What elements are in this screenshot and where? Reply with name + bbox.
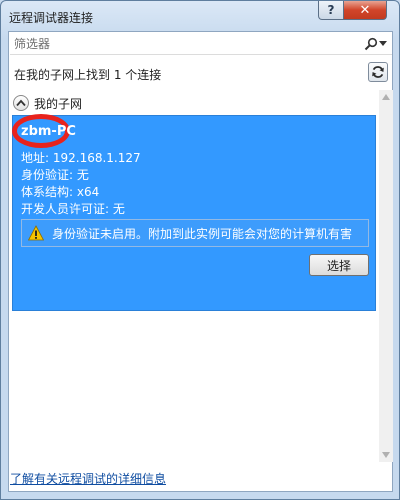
machine-name: zbm-PC: [21, 124, 76, 139]
vertical-scrollbar[interactable]: [379, 90, 393, 462]
property-value: 无: [112, 202, 125, 216]
refresh-button[interactable]: [368, 62, 388, 82]
property-label: 地址:: [21, 151, 53, 165]
connection-list: 我的子网 zbm-PC 地址: 192.168.1.127 身份验证: 无 体系…: [10, 90, 379, 462]
help-button[interactable]: ?: [318, 1, 344, 20]
architecture-row: 体系结构: x64: [21, 183, 99, 200]
property-value: 无: [76, 168, 89, 182]
select-button[interactable]: 选择: [309, 254, 369, 276]
close-button[interactable]: ✕: [343, 1, 387, 20]
property-label: 身份验证:: [21, 168, 77, 182]
property-value: 192.168.1.127: [52, 151, 141, 165]
title-bar[interactable]: 远程调试器连接 ? ✕: [1, 1, 399, 31]
dialog-window: 远程调试器连接 ? ✕ 在我的子网上找到 1 个连接: [0, 0, 400, 500]
group-header[interactable]: 我的子网: [13, 94, 82, 112]
property-label: 开发人员许可证:: [21, 202, 113, 216]
chevron-up-icon: [16, 99, 26, 107]
address-row: 地址: 192.168.1.127: [21, 149, 141, 166]
refresh-icon: [372, 66, 384, 78]
filter-box: [10, 33, 392, 55]
group-label: 我的子网: [34, 96, 83, 111]
collapse-button[interactable]: [13, 95, 29, 111]
warning-banner: 身份验证未启用。附加到此实例可能会对您的计算机有害: [21, 219, 369, 247]
property-value: x64: [76, 185, 100, 199]
warning-icon: [28, 225, 44, 241]
authentication-row: 身份验证: 无: [21, 166, 89, 183]
warning-text: 身份验证未启用。附加到此实例可能会对您的计算机有害: [52, 226, 353, 241]
scroll-down-icon[interactable]: [382, 452, 390, 458]
dropdown-arrow-icon[interactable]: [379, 41, 387, 47]
window-title: 远程调试器连接: [9, 11, 94, 25]
filter-input[interactable]: [14, 36, 354, 52]
found-connections-text: 在我的子网上找到 1 个连接: [14, 68, 162, 82]
dialog-content: 在我的子网上找到 1 个连接 我的子网 zbm-PC: [8, 31, 393, 492]
scroll-up-icon[interactable]: [382, 94, 390, 100]
connection-item[interactable]: zbm-PC 地址: 192.168.1.127 身份验证: 无 体系结构: x…: [12, 114, 376, 311]
search-icon[interactable]: [364, 37, 378, 51]
property-label: 体系结构:: [21, 185, 77, 199]
developer-license-row: 开发人员许可证: 无: [21, 200, 125, 217]
learn-more-link[interactable]: 了解有关远程调试的详细信息: [10, 470, 166, 487]
